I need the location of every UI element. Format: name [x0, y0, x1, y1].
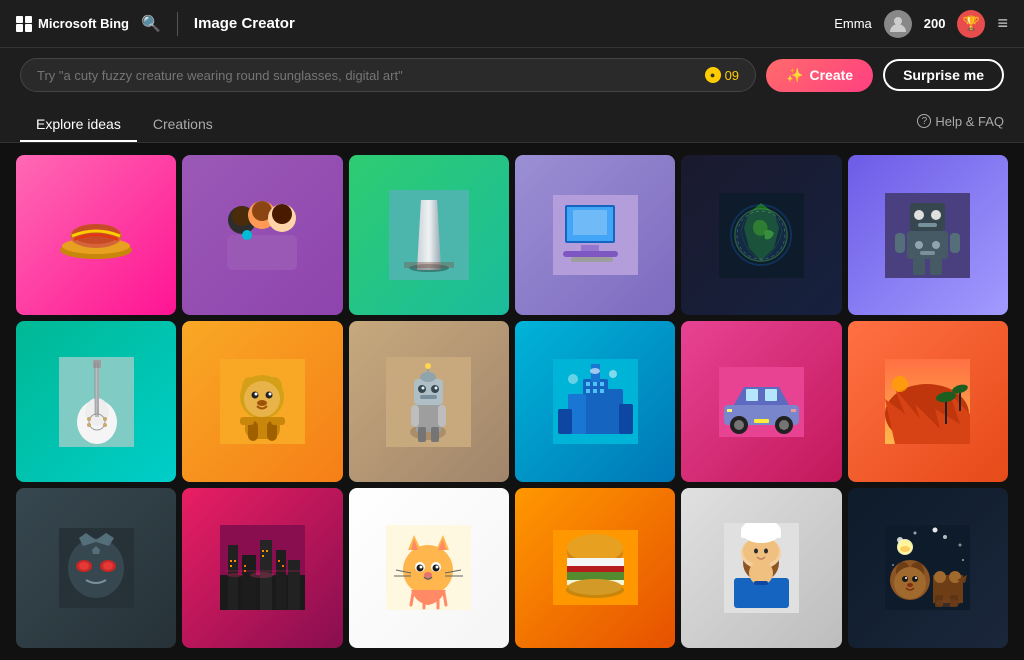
- tabs: Explore ideas Creations: [20, 108, 229, 142]
- tab-creations[interactable]: Creations: [137, 108, 229, 142]
- grid-item-desert[interactable]: [848, 321, 1008, 481]
- tile-desert-content: [848, 321, 1008, 481]
- tile-mask-content: [16, 488, 176, 648]
- grid-item-worker[interactable]: [681, 488, 841, 648]
- search-bar: ● 09: [20, 58, 756, 92]
- create-button[interactable]: ✨ Create: [766, 59, 873, 92]
- help-circle-icon: ?: [917, 114, 931, 128]
- tile-computer-content: [515, 155, 675, 315]
- grid-item-cat[interactable]: [349, 488, 509, 648]
- grid-item-burger[interactable]: [515, 488, 675, 648]
- grid-item-monolith[interactable]: [349, 155, 509, 315]
- grid-item-car[interactable]: [681, 321, 841, 481]
- trophy-icon: 🏆: [957, 10, 985, 38]
- bing-logo[interactable]: Microsoft Bing: [16, 16, 129, 32]
- search-section: ● 09 ✨ Create Surprise me: [0, 48, 1024, 102]
- grid-item-computer[interactable]: [515, 155, 675, 315]
- tile-city2-content: [182, 488, 342, 648]
- tile-city-content: [515, 321, 675, 481]
- coins-display: 09: [725, 68, 739, 83]
- coin-dot: ●: [705, 67, 721, 83]
- tile-cat-content: [349, 488, 509, 648]
- header-divider: [177, 12, 178, 36]
- tile-burger-content: [515, 488, 675, 648]
- tile-women-content: [182, 155, 342, 315]
- tile-monolith-content: [349, 155, 509, 315]
- tile-robot1-content: [848, 155, 1008, 315]
- grid-item-hotdog[interactable]: [16, 155, 176, 315]
- grid-item-earth[interactable]: [681, 155, 841, 315]
- header: Microsoft Bing 🔍 Image Creator Emma 200 …: [0, 0, 1024, 48]
- menu-icon[interactable]: ≡: [997, 13, 1008, 34]
- bing-label: Microsoft Bing: [38, 16, 129, 31]
- grid-item-guitar[interactable]: [16, 321, 176, 481]
- tile-worker-content: [681, 488, 841, 648]
- grid-item-women[interactable]: [182, 155, 342, 315]
- tile-hotdog-content: [16, 155, 176, 315]
- tab-explore[interactable]: Explore ideas: [20, 108, 137, 142]
- surprise-label: Surprise me: [903, 67, 984, 83]
- coins-badge: 200: [924, 16, 946, 31]
- windows-icon: [16, 16, 32, 32]
- coins-count: 200: [924, 16, 946, 31]
- header-right: Emma 200 🏆 ≡: [834, 10, 1008, 38]
- tile-guitar-content: [16, 321, 176, 481]
- search-icon[interactable]: 🔍: [141, 14, 161, 34]
- grid-item-dog2[interactable]: [848, 488, 1008, 648]
- help-link[interactable]: ? Help & FAQ: [917, 114, 1004, 137]
- help-label: Help & FAQ: [935, 114, 1004, 129]
- surprise-button[interactable]: Surprise me: [883, 59, 1004, 91]
- create-icon: ✨: [786, 67, 803, 84]
- grid-item-robot1[interactable]: [848, 155, 1008, 315]
- image-grid: [0, 143, 1024, 660]
- tile-dog2-content: [848, 488, 1008, 648]
- grid-item-mask[interactable]: [16, 488, 176, 648]
- tile-robot2-content: [349, 321, 509, 481]
- tabs-section: Explore ideas Creations ? Help & FAQ: [0, 102, 1024, 143]
- tile-car-content: [681, 321, 841, 481]
- tile-dog-content: [182, 321, 342, 481]
- grid-item-dog[interactable]: [182, 321, 342, 481]
- coin-indicator: ● 09: [705, 67, 739, 83]
- create-label: Create: [809, 67, 853, 83]
- search-input[interactable]: [37, 68, 695, 83]
- grid-item-city[interactable]: [515, 321, 675, 481]
- user-name: Emma: [834, 16, 872, 31]
- tile-earth-content: [681, 155, 841, 315]
- header-title: Image Creator: [194, 15, 822, 32]
- avatar[interactable]: [884, 10, 912, 38]
- grid-item-robot2[interactable]: [349, 321, 509, 481]
- grid-item-city2[interactable]: [182, 488, 342, 648]
